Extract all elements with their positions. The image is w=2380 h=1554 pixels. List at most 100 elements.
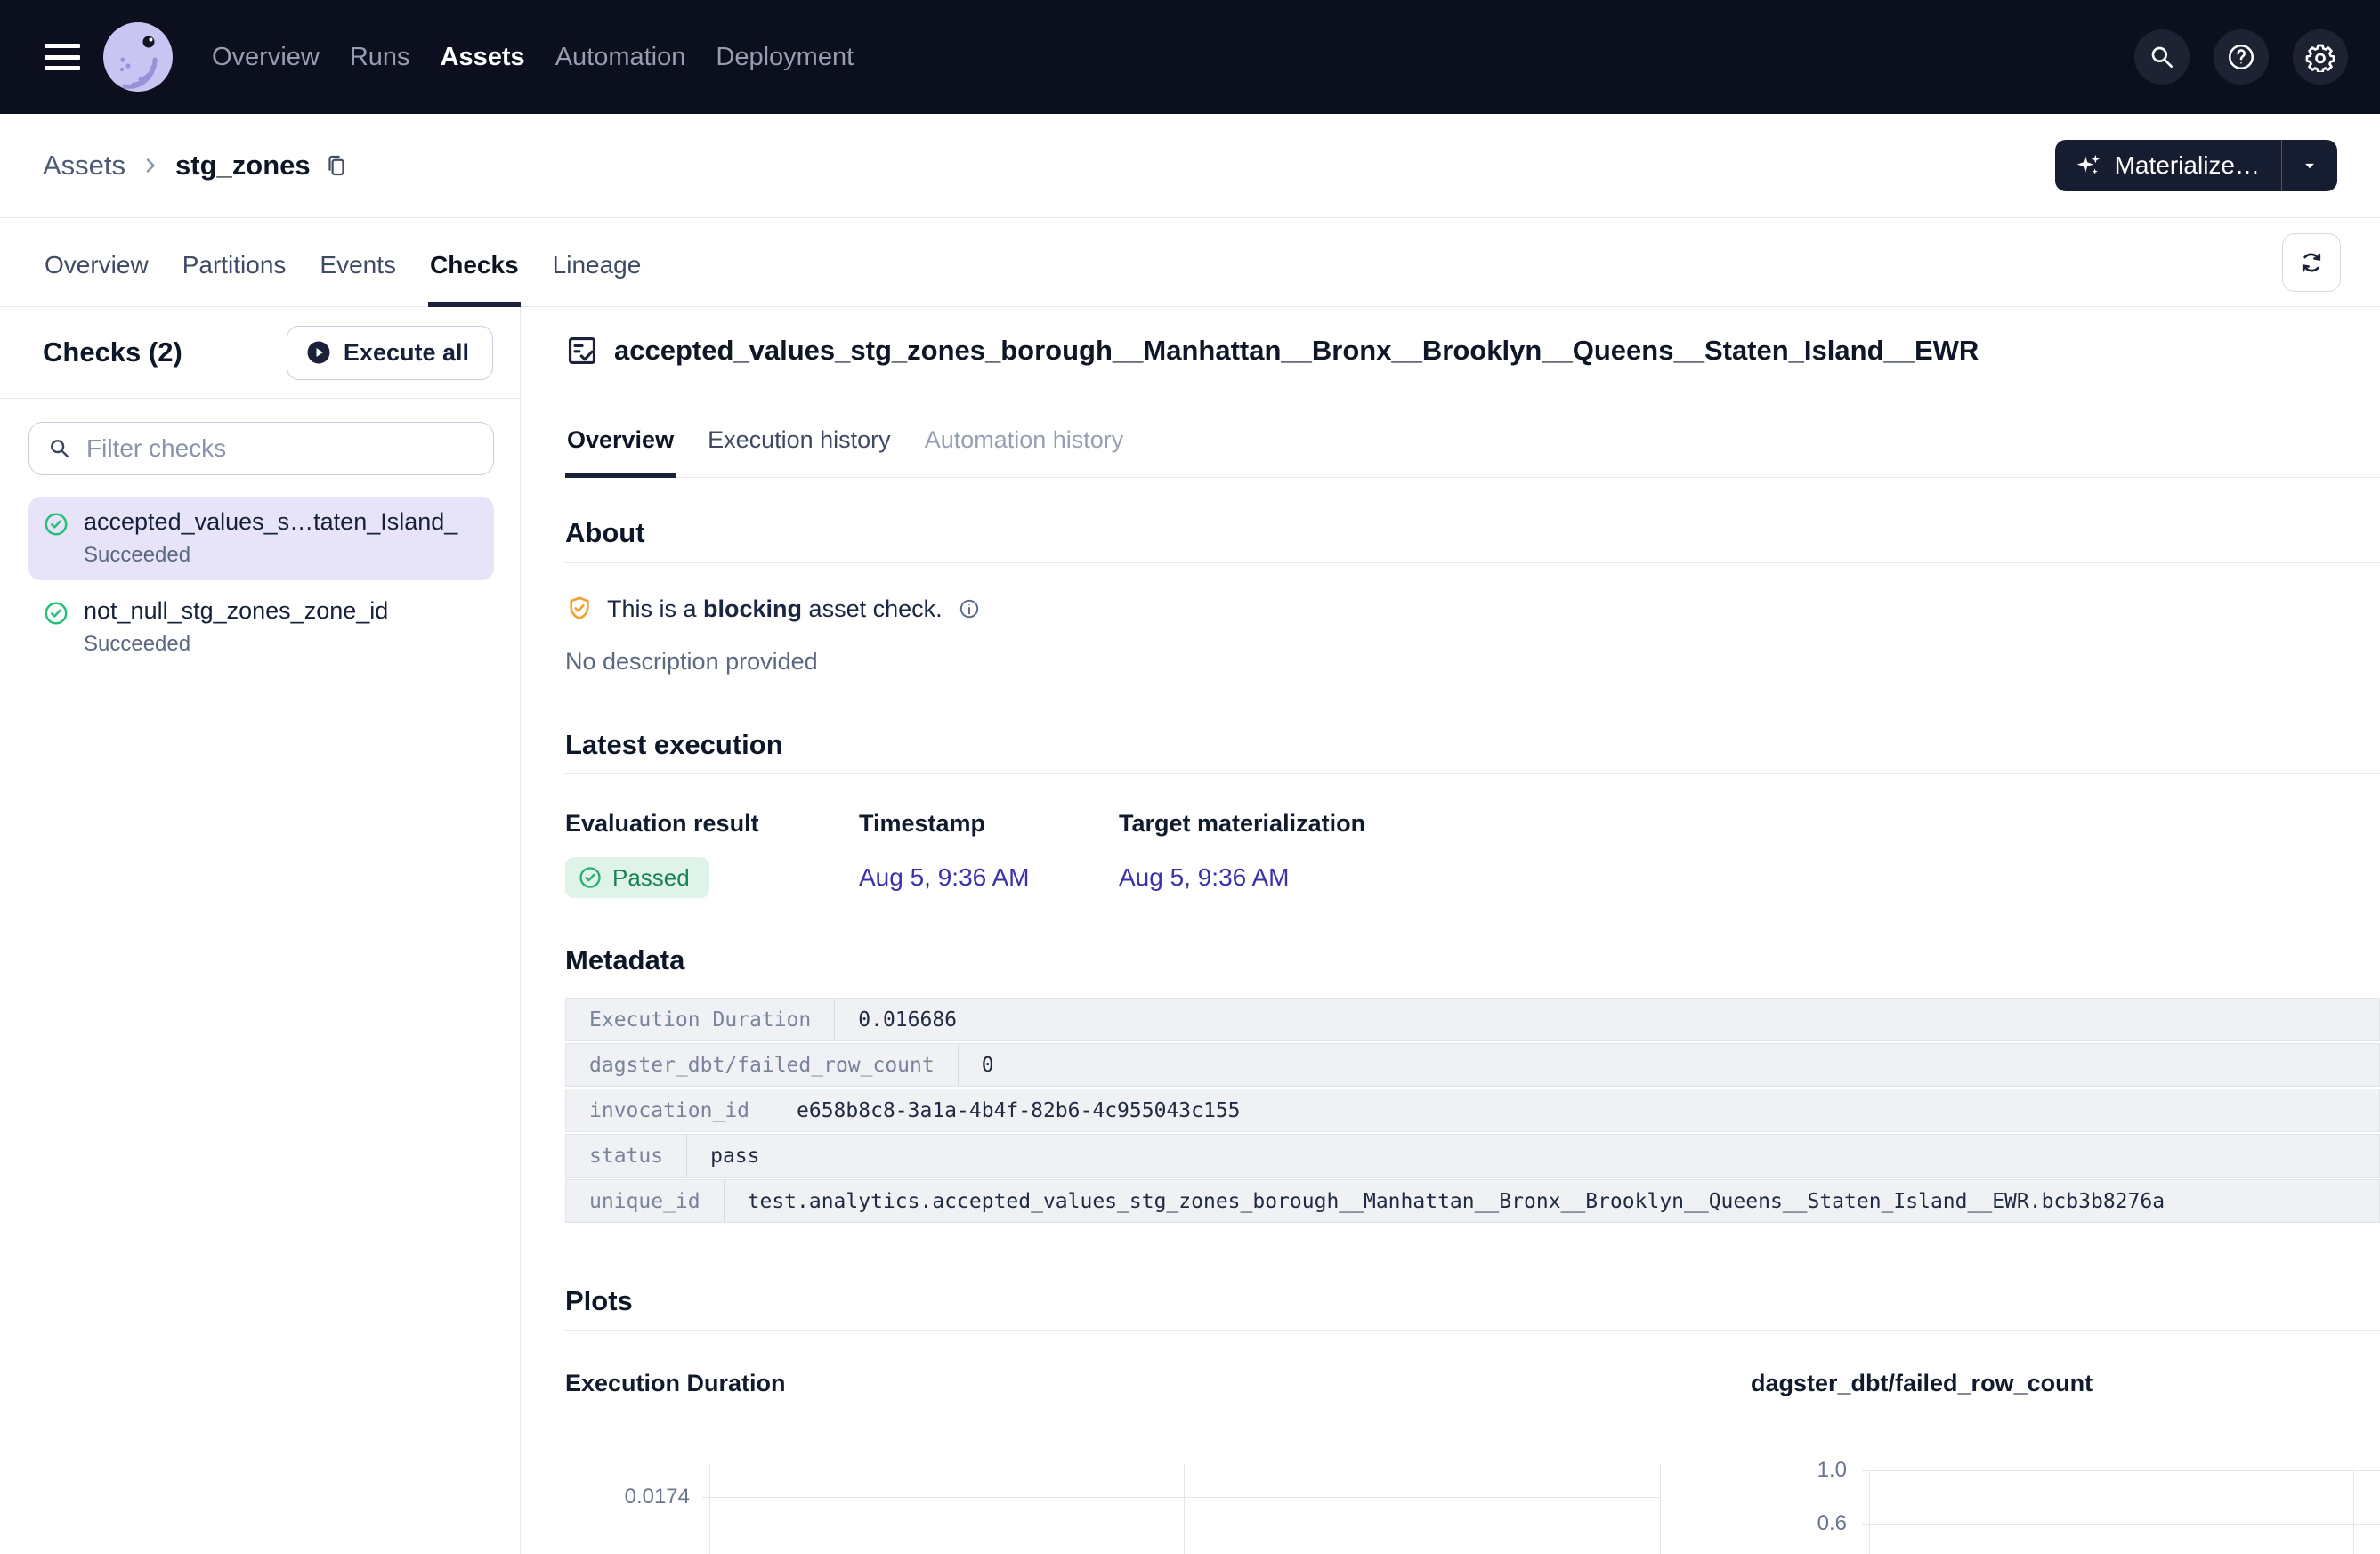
metadata-heading: Metadata xyxy=(565,944,2380,976)
check-circle-icon xyxy=(43,511,84,568)
metadata-value: 0 xyxy=(959,1044,2379,1086)
check-list-item[interactable]: not_null_stg_zones_zone_id Succeeded xyxy=(28,586,494,669)
chart-plot-area: 0.0174 xyxy=(565,1464,1751,1554)
checks-list: accepted_values_s…taten_Island_ Succeede… xyxy=(28,497,494,669)
tab-lineage[interactable]: Lineage xyxy=(551,251,644,306)
breadcrumb-current: stg_zones xyxy=(175,150,311,182)
check-detail-tabs: Overview Execution history Automation hi… xyxy=(565,426,2380,478)
hamburger-menu-icon[interactable] xyxy=(45,44,80,70)
caret-down-icon xyxy=(2298,154,2321,177)
metadata-row: unique_id test.analytics.accepted_values… xyxy=(565,1179,2380,1223)
search-icon xyxy=(2148,43,2176,71)
asset-tabs: Overview Partitions Events Checks Lineag… xyxy=(0,218,2380,307)
filter-checks-box xyxy=(28,422,494,475)
plots-charts-row: Execution Duration 0.0174 dagster_dbt/fa… xyxy=(565,1370,2380,1554)
passed-label: Passed xyxy=(612,864,690,892)
chart-plot-area: 1.0 0.6 xyxy=(1751,1464,2380,1554)
check-title-row: accepted_values_stg_zones_borough__Manha… xyxy=(565,334,2380,368)
breadcrumb-assets-link[interactable]: Assets xyxy=(43,150,125,182)
tab-checks[interactable]: Checks xyxy=(428,251,521,306)
metadata-key: invocation_id xyxy=(566,1089,773,1131)
nav-deployment[interactable]: Deployment xyxy=(716,43,854,72)
gear-icon xyxy=(2305,42,2335,72)
check-status: Succeeded xyxy=(84,632,482,657)
help-button[interactable] xyxy=(2214,29,2269,85)
metadata-row: dagster_dbt/failed_row_count 0 xyxy=(565,1043,2380,1087)
copy-icon[interactable] xyxy=(323,152,350,179)
execute-all-label: Execute all xyxy=(344,339,469,367)
check-title: accepted_values_stg_zones_borough__Manha… xyxy=(614,335,1979,367)
metadata-value: e658b8c8-3a1a-4b4f-82b6-4c955043c155 xyxy=(773,1089,2379,1131)
chart-failed-row-count: dagster_dbt/failed_row_count 1.0 0.6 xyxy=(1751,1370,2380,1554)
metadata-row: status pass xyxy=(565,1134,2380,1178)
passed-badge: Passed xyxy=(565,857,709,898)
metadata-row: invocation_id e658b8c8-3a1a-4b4f-82b6-4c… xyxy=(565,1089,2380,1132)
check-circle-icon xyxy=(43,600,84,657)
nav-overview[interactable]: Overview xyxy=(212,43,320,72)
asset-header-row: Assets stg_zones Materialize… xyxy=(0,114,2380,218)
latest-execution-columns: Evaluation result Timestamp Target mater… xyxy=(565,810,2380,838)
metadata-value: pass xyxy=(687,1135,2379,1177)
section-divider xyxy=(565,1330,2380,1331)
blocking-note: This is a blocking asset check. xyxy=(565,595,2380,623)
gridline xyxy=(1660,1464,1661,1554)
chart-execution-duration: Execution Duration 0.0174 xyxy=(565,1370,1751,1554)
refresh-icon xyxy=(2297,248,2326,277)
tab-partitions[interactable]: Partitions xyxy=(181,251,288,306)
materialize-label: Materialize… xyxy=(2115,151,2260,180)
blocking-text: This is a blocking asset check. xyxy=(607,595,943,623)
search-button[interactable] xyxy=(2134,29,2190,85)
about-heading: About xyxy=(565,517,2380,549)
asset-check-icon xyxy=(565,334,599,368)
sparkles-icon xyxy=(2075,151,2103,180)
tab-check-overview[interactable]: Overview xyxy=(565,426,676,477)
gridline xyxy=(1862,1470,2380,1471)
target-materialization-link[interactable]: Aug 5, 9:36 AM xyxy=(1119,863,1289,891)
y-axis-tick-label: 1.0 xyxy=(1751,1458,1847,1483)
plots-heading: Plots xyxy=(565,1285,2380,1317)
info-icon[interactable] xyxy=(958,597,981,620)
chart-title: dagster_dbt/failed_row_count xyxy=(1751,1370,2380,1397)
axis-line xyxy=(1869,1470,1870,1554)
tab-events[interactable]: Events xyxy=(318,251,398,306)
settings-button[interactable] xyxy=(2293,29,2348,85)
dagster-app: Overview Runs Assets Automation Deployme… xyxy=(0,0,2380,1554)
checks-sidebar-header: Checks (2) Execute all xyxy=(0,307,520,399)
tab-automation-history[interactable]: Automation history xyxy=(923,426,1126,477)
metadata-key: dagster_dbt/failed_row_count xyxy=(566,1044,959,1086)
shield-check-icon xyxy=(565,595,594,623)
no-description-text: No description provided xyxy=(565,648,2380,676)
y-axis-tick-label: 0.0174 xyxy=(565,1485,690,1509)
materialize-dropdown-button[interactable] xyxy=(2282,140,2337,191)
check-name: accepted_values_s…taten_Island_ xyxy=(84,508,482,536)
metadata-key: unique_id xyxy=(566,1180,725,1222)
nav-assets[interactable]: Assets xyxy=(441,43,525,72)
column-timestamp: Timestamp xyxy=(859,810,1119,838)
nav-automation[interactable]: Automation xyxy=(555,43,686,72)
gridline xyxy=(1862,1524,2380,1525)
chevron-right-icon xyxy=(140,155,161,176)
latest-execution-values: Passed Aug 5, 9:36 AM Aug 5, 9:36 AM xyxy=(565,857,2380,898)
check-list-item[interactable]: accepted_values_s…taten_Island_ Succeede… xyxy=(28,497,494,580)
tab-execution-history[interactable]: Execution history xyxy=(706,426,893,477)
dagster-logo[interactable] xyxy=(101,20,174,93)
nav-runs[interactable]: Runs xyxy=(350,43,410,72)
check-detail-panel: accepted_values_stg_zones_borough__Manha… xyxy=(521,307,2380,1554)
gridline xyxy=(2353,1470,2354,1554)
check-circle-icon xyxy=(578,865,603,890)
tab-overview[interactable]: Overview xyxy=(43,251,150,306)
metadata-row: Execution Duration 0.016686 xyxy=(565,998,2380,1041)
timestamp-link[interactable]: Aug 5, 9:36 AM xyxy=(859,863,1029,891)
check-status: Succeeded xyxy=(84,543,482,568)
refresh-button[interactable] xyxy=(2282,233,2341,292)
metadata-key: status xyxy=(566,1135,687,1177)
y-axis-tick-label: 0.6 xyxy=(1751,1511,1847,1536)
materialize-button[interactable]: Materialize… xyxy=(2055,140,2281,191)
filter-checks-input[interactable] xyxy=(85,433,475,464)
materialize-split-button: Materialize… xyxy=(2055,140,2337,191)
top-nav-actions xyxy=(2134,29,2348,85)
chart-title: Execution Duration xyxy=(565,1370,1751,1397)
metadata-value: 0.016686 xyxy=(835,999,2379,1040)
checks-count-title: Checks (2) xyxy=(43,336,182,368)
execute-all-button[interactable]: Execute all xyxy=(287,326,493,380)
